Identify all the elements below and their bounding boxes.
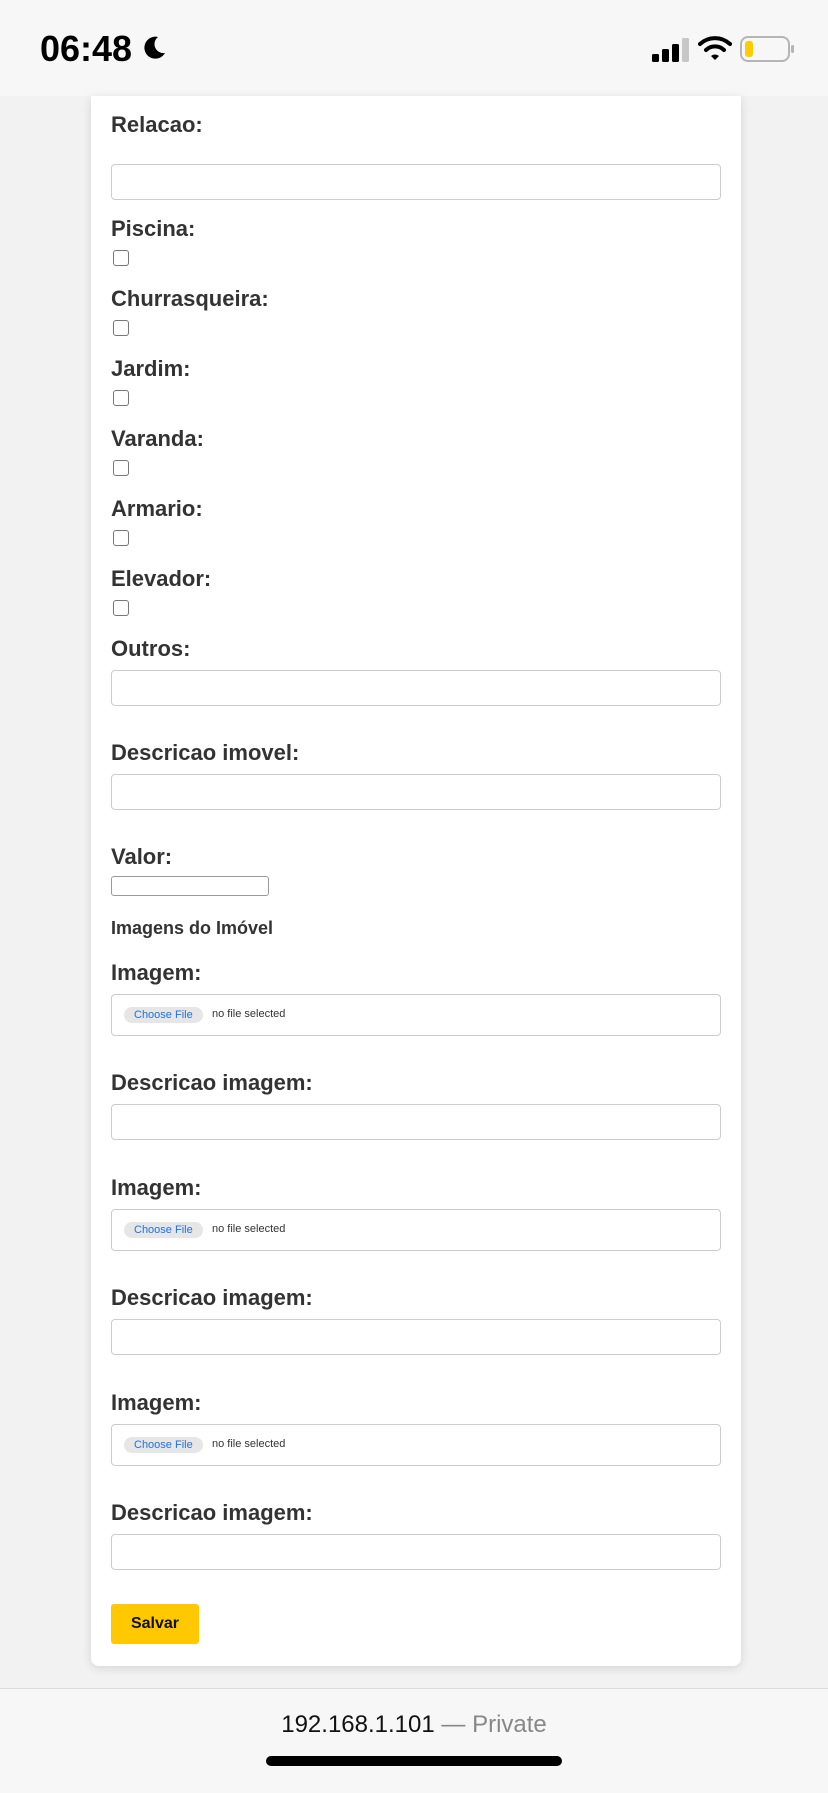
wifi-icon [698,34,732,67]
descricao-imovel-field: Descricao imovel: [111,740,721,810]
image-file-input[interactable]: Choose File no file selected [111,994,721,1036]
browser-url-bar[interactable]: 192.168.1.101 — Private [0,1688,828,1793]
varanda-checkbox[interactable] [113,460,129,476]
private-mode-label: Private [472,1711,547,1738]
descricao-imagem-label: Descricao imagem: [111,1500,313,1525]
outros-label: Outros: [111,636,191,661]
imagem-label: Imagem: [111,1390,202,1415]
armario-field: Armario: [111,496,721,546]
url-display[interactable]: 192.168.1.101 — Private [0,1711,828,1739]
piscina-label: Piscina: [111,216,196,241]
descricao-imagem-input[interactable] [111,1534,721,1570]
valor-label: Valor: [111,844,173,869]
piscina-field: Piscina: [111,216,721,266]
outros-input[interactable] [111,670,721,706]
status-bar: 06:48 [0,0,828,96]
url-host: 192.168.1.101 [281,1711,435,1738]
property-form: Relacao: Piscina: Churrasqueira: Jardim:… [91,96,741,1666]
choose-file-button[interactable]: Choose File [124,1437,203,1453]
descricao-imovel-label: Descricao imovel: [111,740,300,765]
jardim-checkbox[interactable] [113,390,129,406]
valor-field: Valor: [111,844,721,896]
descricao-imagem-label: Descricao imagem: [111,1070,313,1095]
outros-field: Outros: [111,636,721,706]
relacao-input[interactable] [111,164,721,200]
descricao-imovel-input[interactable] [111,774,721,810]
home-indicator[interactable] [266,1756,562,1766]
imagens-section: Imagens do Imóvel [111,918,721,939]
image-desc-field-1: Descricao imagem: [111,1070,721,1140]
jardim-field: Jardim: [111,356,721,406]
valor-input[interactable] [111,876,269,896]
descricao-imagem-input[interactable] [111,1319,721,1355]
file-status: no file selected [212,1008,286,1020]
churrasqueira-field: Churrasqueira: [111,286,721,336]
image-field-1: Imagem: Choose File no file selected [111,960,721,1036]
relacao-label: Relacao: [111,112,203,137]
choose-file-button[interactable]: Choose File [124,1222,203,1238]
save-button[interactable]: Salvar [111,1604,199,1644]
file-status: no file selected [212,1223,286,1235]
elevador-label: Elevador: [111,566,212,591]
jardim-label: Jardim: [111,356,191,381]
elevador-field: Elevador: [111,566,721,616]
churrasqueira-checkbox[interactable] [113,320,129,336]
url-separator: — [434,1711,473,1738]
armario-checkbox[interactable] [113,530,129,546]
image-desc-field-3: Descricao imagem: [111,1500,721,1570]
varanda-label: Varanda: [111,426,204,451]
elevador-checkbox[interactable] [113,600,129,616]
battery-icon [740,36,796,67]
imagens-section-title: Imagens do Imóvel [111,918,274,938]
image-field-3: Imagem: Choose File no file selected [111,1390,721,1466]
armario-label: Armario: [111,496,203,521]
descricao-imagem-input[interactable] [111,1104,721,1140]
do-not-disturb-icon [140,34,168,67]
image-file-input[interactable]: Choose File no file selected [111,1424,721,1466]
varanda-field: Varanda: [111,426,721,476]
piscina-checkbox[interactable] [113,250,129,266]
imagem-label: Imagem: [111,960,202,985]
imagem-label: Imagem: [111,1175,202,1200]
choose-file-button[interactable]: Choose File [124,1007,203,1023]
image-file-input[interactable]: Choose File no file selected [111,1209,721,1251]
descricao-imagem-label: Descricao imagem: [111,1285,313,1310]
status-time: 06:48 [40,28,133,69]
churrasqueira-label: Churrasqueira: [111,286,269,311]
image-desc-field-2: Descricao imagem: [111,1285,721,1355]
cellular-signal-icon [652,38,690,67]
image-field-2: Imagem: Choose File no file selected [111,1175,721,1251]
file-status: no file selected [212,1438,286,1450]
relacao-field: Relacao: [111,112,721,200]
